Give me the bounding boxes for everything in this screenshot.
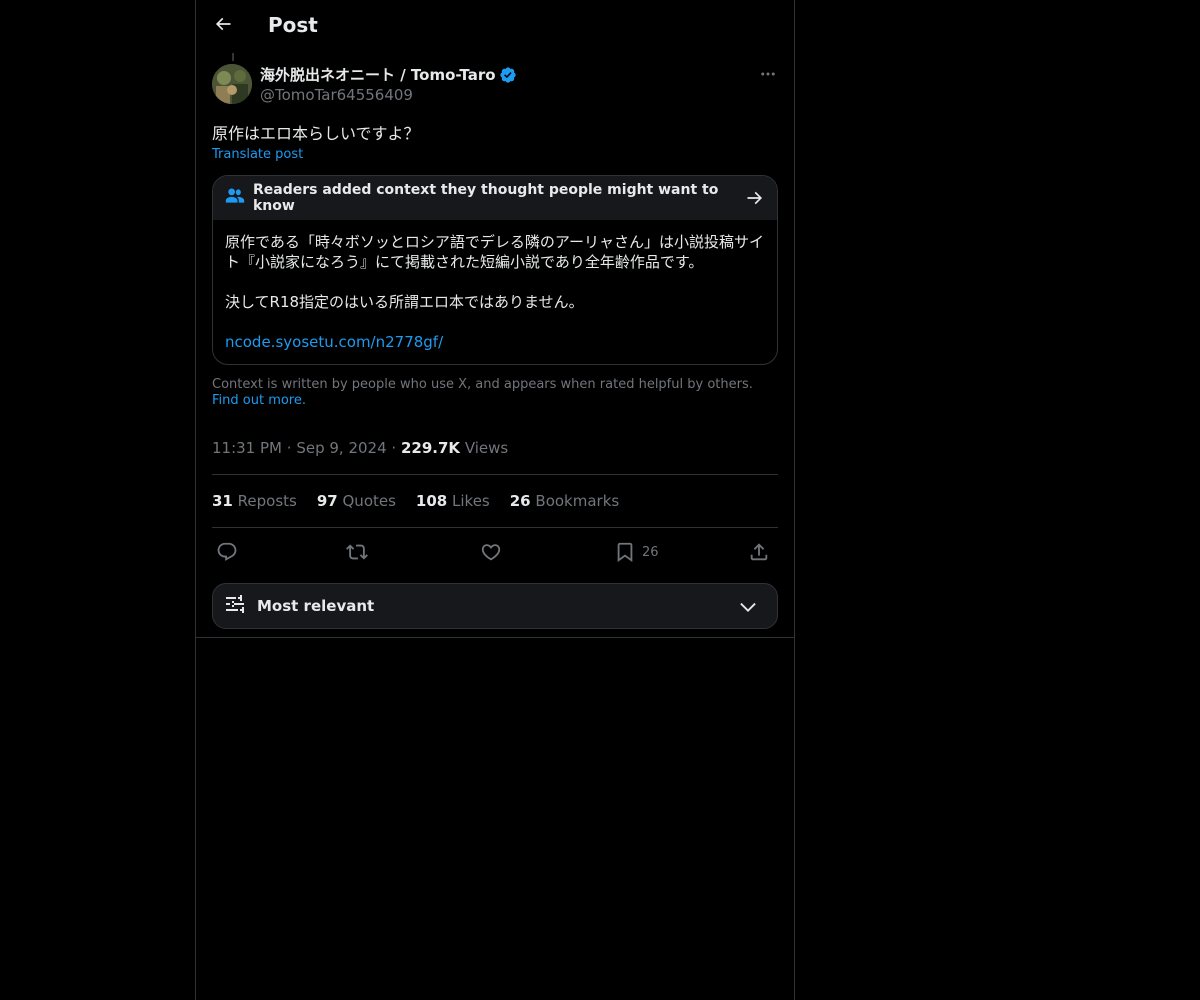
community-note-body: 原作である「時々ボソッとロシア語でデレる隣のアーリャさん」は小説投稿サイト『小説… — [213, 220, 777, 364]
bookmarks-label: Bookmarks — [535, 492, 620, 510]
meta-separator: · — [391, 439, 397, 457]
community-note-footer-text: Context is written by people who use X, … — [212, 377, 753, 392]
divider — [212, 474, 778, 475]
avatar[interactable] — [212, 64, 252, 104]
like-button[interactable] — [480, 538, 502, 566]
reposts-stat[interactable]: 31 Reposts — [212, 492, 297, 510]
likes-label: Likes — [452, 492, 490, 510]
share-icon — [748, 541, 770, 563]
bookmarks-count: 26 — [509, 492, 531, 510]
translate-post-link[interactable]: Translate post — [212, 147, 303, 162]
repost-icon — [346, 541, 368, 563]
reply-icon — [216, 541, 238, 563]
divider — [196, 637, 794, 638]
find-out-more-link[interactable]: Find out more. — [212, 393, 306, 408]
sliders-icon — [223, 592, 247, 620]
community-note: Readers added context they thought peopl… — [212, 175, 778, 365]
quotes-label: Quotes — [342, 492, 396, 510]
people-icon — [225, 186, 245, 210]
arrow-right-icon — [745, 188, 765, 212]
community-note-footer: Context is written by people who use X, … — [212, 377, 778, 409]
bookmarks-stat[interactable]: 26 Bookmarks — [510, 492, 619, 510]
arrow-left-icon — [213, 14, 233, 38]
community-note-link[interactable]: ncode.syosetu.com/n2778gf/ — [225, 332, 443, 352]
verified-badge-icon — [499, 66, 517, 84]
likes-stat[interactable]: 108 Likes — [416, 492, 490, 510]
likes-count: 108 — [415, 492, 448, 510]
views-count: 229.7K — [400, 439, 461, 457]
repost-button[interactable] — [346, 538, 368, 566]
post-time[interactable]: 11:31 PM — [212, 439, 282, 457]
author-handle[interactable]: @TomoTar64556409 — [260, 86, 413, 104]
quotes-count: 97 — [316, 492, 338, 510]
community-note-paragraph: 原作である「時々ボソッとロシア語でデレる隣のアーリャさん」は小説投稿サイト『小説… — [225, 233, 764, 271]
main-column: Post 海外脱出ネオニート / Tomo-Taro @TomoTar64556… — [195, 0, 795, 1000]
views-label: Views — [464, 439, 509, 457]
page-title: Post — [268, 13, 318, 37]
replies-sort-label: Most relevant — [257, 597, 375, 615]
community-note-title: Readers added context they thought peopl… — [253, 182, 719, 214]
reply-button[interactable] — [216, 538, 238, 566]
heart-icon — [480, 541, 502, 563]
community-note-paragraph: 決してR18指定のはいる所謂エロ本ではありません。 — [225, 293, 584, 311]
divider — [212, 527, 778, 528]
thread-connector-line — [232, 53, 234, 61]
page-header: Post — [196, 0, 794, 53]
reposts-label: Reposts — [237, 492, 297, 510]
share-button[interactable] — [748, 538, 770, 566]
bookmark-button[interactable]: 26 — [614, 538, 659, 566]
post-actions: 26 — [212, 538, 778, 566]
community-note-header[interactable]: Readers added context they thought peopl… — [213, 176, 777, 220]
post-stats: 31 Reposts 97 Quotes 108 Likes 26 Bookma… — [212, 492, 619, 510]
meta-separator: · — [286, 439, 292, 457]
chevron-down-icon — [737, 596, 759, 622]
more-horizontal-icon — [759, 65, 777, 87]
quotes-stat[interactable]: 97 Quotes — [317, 492, 396, 510]
reposts-count: 31 — [212, 492, 233, 510]
bookmark-icon — [614, 541, 636, 563]
author-name-text: 海外脱出ネオニート / Tomo-Taro — [260, 66, 496, 84]
post-date[interactable]: Sep 9, 2024 — [296, 439, 386, 457]
back-button[interactable] — [206, 9, 240, 43]
replies-sort-dropdown[interactable]: Most relevant — [212, 583, 778, 629]
author-display-name[interactable]: 海外脱出ネオニート / Tomo-Taro — [260, 64, 517, 85]
post-text: 原作はエロ本らしいですよ？ — [212, 124, 420, 143]
bookmark-count: 26 — [642, 544, 659, 560]
more-options-button[interactable] — [756, 64, 780, 88]
post-meta: 11:31 PM · Sep 9, 2024 · 229.7K Views — [212, 439, 508, 457]
